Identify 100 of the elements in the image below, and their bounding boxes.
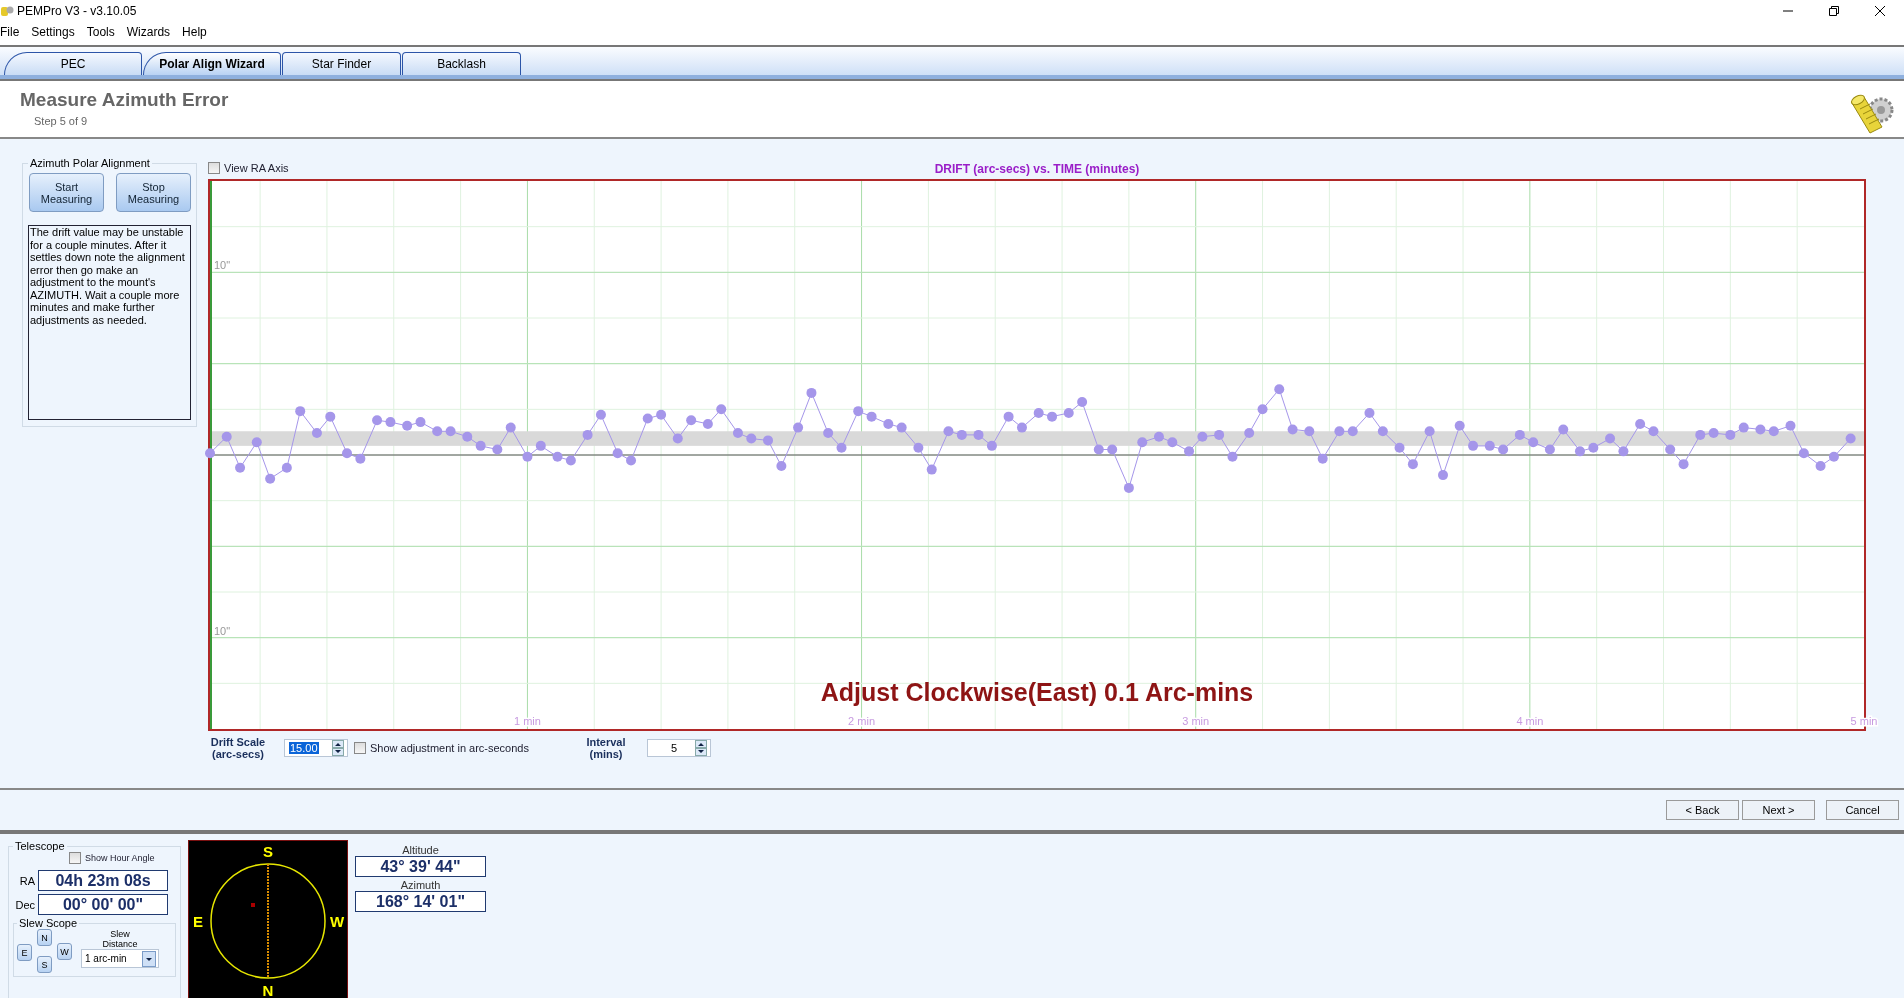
field-label: Slew Distance <box>101 929 139 949</box>
drift-scale-spinner[interactable]: 15.00 <box>284 739 348 757</box>
data-point <box>1768 426 1779 437</box>
data-point <box>1708 428 1719 439</box>
data-point <box>896 422 907 433</box>
window-title: PEMPro V3 - v3.10.05 <box>17 4 137 18</box>
tab[interactable]: PEC <box>4 52 142 75</box>
coordinate-readout: 00° 00' 00" <box>38 894 168 915</box>
spin-arrows-icon[interactable] <box>694 740 707 756</box>
data-point <box>746 433 757 444</box>
slew-button[interactable]: E <box>17 944 32 961</box>
data-point <box>325 411 336 422</box>
data-point <box>1845 433 1856 444</box>
field-label: Drift Scale (arc-secs) <box>209 736 267 760</box>
measure-button[interactable]: Start Measuring <box>29 173 104 212</box>
data-point <box>535 440 546 451</box>
compass-label: W <box>329 913 345 930</box>
interval-spinner[interactable]: 5 <box>646 739 711 757</box>
adjustment-message: Adjust Clockwise(East) 0.1 Arc-mins <box>820 678 1254 707</box>
show-adjustment-checkbox[interactable]: Show adjustment in arc-seconds <box>354 742 529 754</box>
slew-button[interactable]: W <box>57 943 72 960</box>
data-point <box>1558 424 1569 435</box>
data-point <box>1394 442 1405 453</box>
data-point <box>281 462 292 473</box>
data-point <box>385 417 396 428</box>
data-point <box>1153 431 1164 442</box>
data-point <box>1137 437 1148 448</box>
nav-button[interactable]: Cancel <box>1826 800 1899 820</box>
data-point <box>1274 384 1285 395</box>
data-point <box>342 448 352 459</box>
data-point <box>235 462 246 473</box>
field-label: Interval (mins) <box>585 736 627 760</box>
data-point <box>1016 422 1027 433</box>
hour-angle-checkbox[interactable]: Show Hour Angle <box>69 852 155 864</box>
tab[interactable]: Polar Align Wizard <box>143 52 281 75</box>
view-ra-axis-checkbox[interactable]: View RA Axis <box>208 162 289 174</box>
data-point <box>883 418 894 429</box>
data-point <box>763 435 773 446</box>
data-point <box>1063 408 1074 418</box>
dropdown-icon[interactable] <box>142 950 156 967</box>
nav-button[interactable]: Next > <box>1742 800 1815 820</box>
data-point <box>776 460 787 471</box>
data-point <box>626 455 636 466</box>
field-label: Dec <box>14 898 35 911</box>
data-point <box>265 473 276 484</box>
data-point <box>973 429 984 440</box>
data-point <box>702 418 713 429</box>
data-point <box>415 417 426 428</box>
data-point <box>716 404 727 415</box>
menu-item[interactable]: Help <box>182 25 207 39</box>
nav-button[interactable]: < Back <box>1666 800 1739 820</box>
data-point <box>1678 459 1689 470</box>
instructions-text: The drift value may be unstable for a couple minutes. After it settles down note the alignment error then go make an adjustment to the mount's AZIMUTH. Wait a couple more minutes and make further adjustments as needed. <box>28 225 191 420</box>
compass-label: S <box>263 843 273 860</box>
measure-button[interactable]: Stop Measuring <box>116 173 191 212</box>
data-point <box>221 431 232 442</box>
compass-label: E <box>193 913 203 930</box>
scope-marker <box>251 903 255 907</box>
coordinate-readout: 43° 39' 44" <box>355 856 486 877</box>
data-point <box>1815 460 1826 471</box>
data-point <box>445 426 456 437</box>
data-point <box>1438 470 1448 481</box>
data-point <box>1003 411 1014 422</box>
close-icon[interactable] <box>1874 5 1886 17</box>
data-point <box>642 413 653 424</box>
data-point <box>1123 482 1134 493</box>
compass-label: N <box>262 982 274 998</box>
data-point <box>462 431 473 442</box>
data-point <box>1377 426 1388 437</box>
data-point <box>505 422 516 433</box>
tab[interactable]: Star Finder <box>282 52 401 75</box>
data-point <box>402 420 413 431</box>
data-point <box>372 415 383 426</box>
slew-button[interactable]: S <box>37 956 52 973</box>
menu-item[interactable]: Wizards <box>126 25 171 39</box>
data-point <box>1828 451 1839 462</box>
field-label: Azimuth <box>400 879 441 891</box>
data-point <box>1167 437 1178 448</box>
data-point <box>1725 429 1736 440</box>
restore-icon[interactable] <box>1828 5 1840 17</box>
data-point <box>475 440 486 451</box>
data-point <box>1317 453 1328 464</box>
slew-distance-dropdown[interactable]: 1 arc-min <box>81 949 159 968</box>
menu-item[interactable]: Settings <box>31 25 75 39</box>
group-title: Slew Scope <box>18 917 79 929</box>
slew-button[interactable]: N <box>37 929 52 946</box>
data-point <box>295 406 306 417</box>
menu-item[interactable]: File <box>0 25 20 39</box>
data-point <box>672 433 683 444</box>
spin-arrows-icon[interactable] <box>332 740 344 756</box>
data-point <box>1047 411 1058 422</box>
axis-label: 10" <box>214 259 231 272</box>
data-point <box>1257 404 1268 415</box>
data-point <box>1785 420 1796 431</box>
data-point <box>1093 444 1104 455</box>
data-point <box>806 387 817 398</box>
data-point <box>686 415 697 426</box>
menu-item[interactable]: Tools <box>86 25 115 39</box>
tab[interactable]: Backlash <box>402 52 521 75</box>
data-point <box>1484 440 1495 451</box>
